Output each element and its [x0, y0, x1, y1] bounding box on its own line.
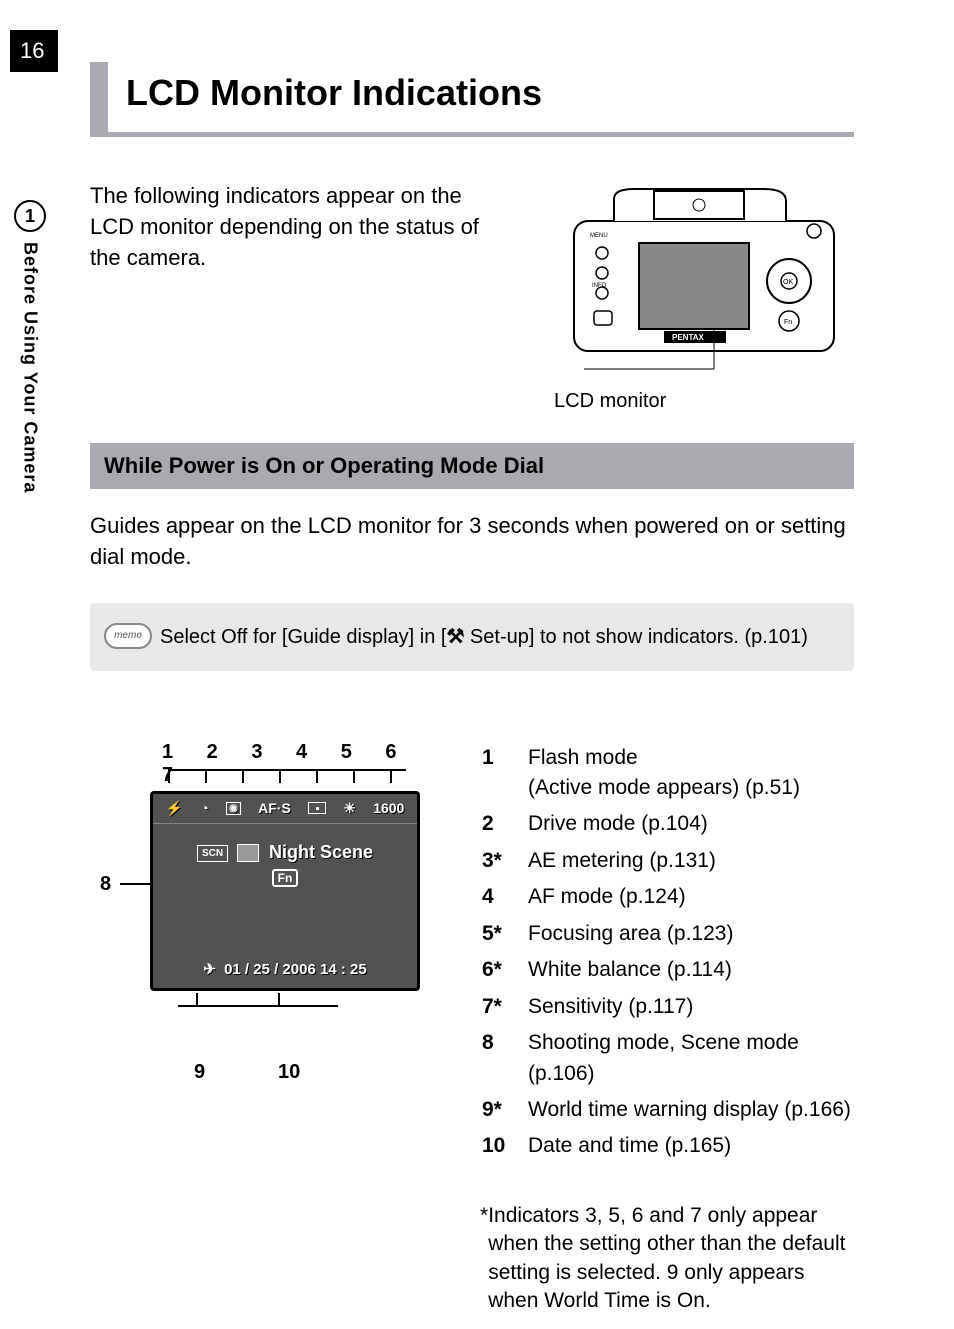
white-balance-icon: ☀: [343, 800, 356, 817]
svg-text:OK: OK: [783, 279, 793, 286]
footnote-asterisk: *: [480, 1202, 488, 1315]
focus-area-icon: [308, 802, 326, 814]
lcd-diagram: 1 2 3 4 5 6 7 ⚡ ◔ ◉ AF·S ☀ 1600: [90, 741, 430, 1061]
af-mode-label: AF·S: [258, 800, 291, 816]
intro-paragraph: The following indicators appear on the L…: [90, 181, 490, 273]
callout-line-8: [120, 883, 150, 885]
legend-description: World time warning display (p.166): [528, 1095, 852, 1129]
bottom-tick-marks: [178, 993, 338, 1013]
legend-description: Focusing area (p.123): [528, 919, 852, 953]
legend-description: Date and time (p.165): [528, 1131, 852, 1165]
chapter-tab: 1 Before Using Your Camera: [0, 200, 60, 493]
legend-number: 10: [482, 1131, 526, 1165]
memo-text: Select Off for [Guide display] in [⚒ Set…: [160, 624, 808, 649]
svg-text:MENU: MENU: [590, 233, 608, 239]
footnote-text: Indicators 3, 5, 6 and 7 only appear whe…: [488, 1202, 854, 1315]
legend-number: 5*: [482, 919, 526, 953]
legend-description: White balance (p.114): [528, 955, 852, 989]
legend-description: Flash mode (Active mode appears) (p.51): [528, 743, 852, 808]
legend-number: 9*: [482, 1095, 526, 1129]
sensitivity-value: 1600: [373, 800, 404, 816]
scene-thumbnail-icon: [237, 844, 259, 862]
page-number: 16: [10, 30, 58, 72]
legend-number: 1: [482, 743, 526, 808]
legend-row: 2Drive mode (p.104): [482, 809, 852, 843]
camera-caption: LCD monitor: [554, 390, 854, 413]
metering-icon: ◉: [226, 802, 241, 815]
legend-description: Shooting mode, Scene mode (p.106): [528, 1028, 852, 1093]
legend-row: 8Shooting mode, Scene mode (p.106): [482, 1028, 852, 1093]
legend-number: 6*: [482, 955, 526, 989]
legend-row: 5*Focusing area (p.123): [482, 919, 852, 953]
lcd-screen: ⚡ ◔ ◉ AF·S ☀ 1600 SCN Night Scene Fn ✈: [150, 791, 420, 991]
legend-description: AF mode (p.124): [528, 882, 852, 916]
memo-icon: memo: [100, 617, 160, 657]
world-time-airplane-icon: ✈: [203, 961, 216, 978]
legend-number: 4: [482, 882, 526, 916]
legend-number: 8: [482, 1028, 526, 1093]
fn-badge: Fn: [272, 869, 299, 887]
svg-text:INFO: INFO: [592, 283, 607, 289]
callout-number-8: 8: [100, 873, 111, 896]
heading-accent-bar: [90, 62, 108, 132]
svg-text:PENTAX: PENTAX: [672, 333, 705, 342]
drive-mode-icon: ◔: [200, 800, 208, 816]
chapter-title: Before Using Your Camera: [20, 242, 41, 493]
legend-description: Sensitivity (p.117): [528, 992, 852, 1026]
legend: 1Flash mode (Active mode appears) (p.51)…: [480, 741, 854, 1316]
section-heading: LCD Monitor Indications: [90, 62, 854, 137]
scene-name: Night Scene: [269, 842, 373, 862]
svg-text:Fn: Fn: [784, 319, 792, 326]
legend-description: AE metering (p.131): [528, 846, 852, 880]
legend-footnote: * Indicators 3, 5, 6 and 7 only appear w…: [480, 1202, 854, 1315]
memo-label: memo: [104, 623, 152, 649]
heading-text: LCD Monitor Indications: [126, 62, 542, 132]
legend-row: 9*World time warning display (p.166): [482, 1095, 852, 1129]
top-tick-marks: [168, 769, 418, 791]
memo-callout: memo Select Off for [Guide display] in […: [90, 603, 854, 671]
lcd-bottom-row: ✈ 01 / 25 / 2006 14 : 25: [153, 960, 417, 978]
legend-row: 3*AE metering (p.131): [482, 846, 852, 880]
lcd-top-row: ⚡ ◔ ◉ AF·S ☀ 1600: [153, 794, 417, 823]
legend-row: 7*Sensitivity (p.117): [482, 992, 852, 1026]
chapter-number-badge: 1: [14, 200, 46, 232]
legend-number: 3*: [482, 846, 526, 880]
legend-table: 1Flash mode (Active mode appears) (p.51)…: [480, 741, 854, 1168]
subsection-heading: While Power is On or Operating Mode Dial: [90, 443, 854, 489]
legend-row: 4AF mode (p.124): [482, 882, 852, 916]
flash-icon: ⚡: [166, 800, 183, 817]
camera-illustration: OK Fn PENTAX PENTAX MENU INFO LCD monito…: [554, 181, 854, 413]
callout-number-10: 10: [278, 1061, 300, 1084]
scn-badge: SCN: [197, 845, 228, 862]
setup-wrench-icon: ⚒: [446, 624, 464, 649]
memo-text-after: Set-up] to not show indicators. (p.101): [464, 626, 808, 648]
legend-number: 7*: [482, 992, 526, 1026]
memo-text-before: Select Off for [Guide display] in [: [160, 626, 446, 648]
legend-row: 10Date and time (p.165): [482, 1131, 852, 1165]
camera-back-icon: OK Fn PENTAX PENTAX MENU INFO: [554, 181, 854, 371]
legend-number: 2: [482, 809, 526, 843]
legend-row: 1Flash mode (Active mode appears) (p.51): [482, 743, 852, 808]
lcd-mid-row: SCN Night Scene Fn: [153, 842, 417, 887]
body-paragraph: Guides appear on the LCD monitor for 3 s…: [90, 511, 854, 573]
datetime-value: 01 / 25 / 2006 14 : 25: [224, 961, 367, 978]
legend-row: 6*White balance (p.114): [482, 955, 852, 989]
legend-description: Drive mode (p.104): [528, 809, 852, 843]
callout-number-9: 9: [194, 1061, 205, 1084]
